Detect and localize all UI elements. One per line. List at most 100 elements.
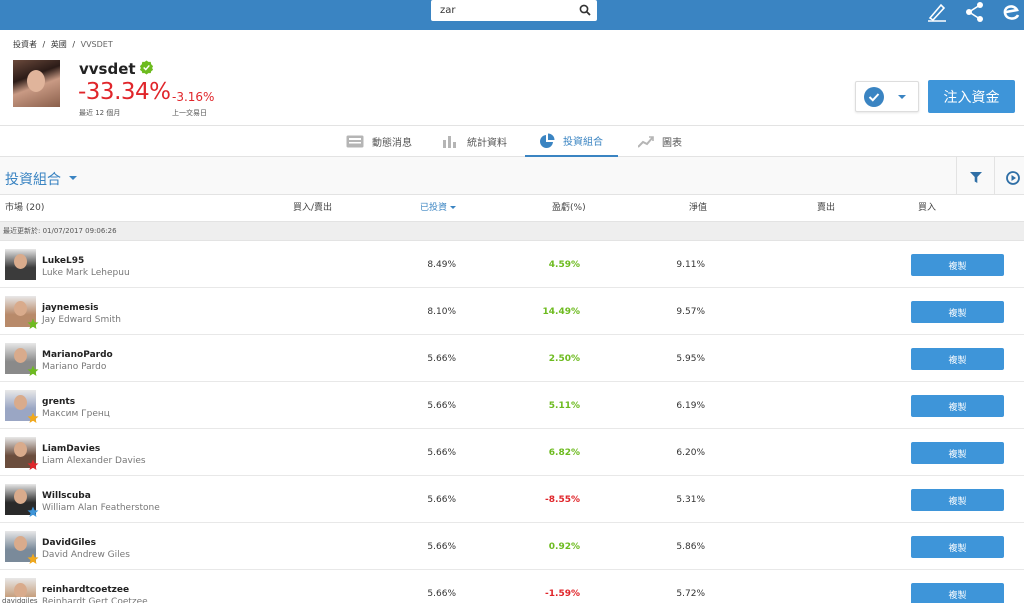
pl-value: 4.59% <box>548 260 580 270</box>
risk-star-icon <box>27 459 39 470</box>
net-value: 6.19% <box>676 401 705 411</box>
tab-stats[interactable]: 統計資料 <box>443 126 507 157</box>
deposit-button[interactable]: 注入資金 <box>928 80 1015 113</box>
trader-avatar[interactable] <box>5 249 36 280</box>
col-market[interactable]: 市場 (20) <box>5 196 44 221</box>
share-icon[interactable] <box>963 1 987 23</box>
trader-username[interactable]: LiamDavies <box>42 444 100 454</box>
invested-value: 5.66% <box>427 401 456 411</box>
copy-button[interactable]: 複製 <box>911 254 1004 276</box>
net-value: 9.11% <box>676 260 705 270</box>
top-bar <box>0 0 1024 30</box>
tab-label: 投資組合 <box>563 137 603 148</box>
trader-username[interactable]: DavidGiles <box>42 538 96 548</box>
breadcrumb-investors[interactable]: 投資者 <box>13 40 37 49</box>
risk-star-icon <box>27 365 39 376</box>
copy-button[interactable]: 複製 <box>911 442 1004 464</box>
gain-12m: -33.34% <box>78 79 171 105</box>
breadcrumb-current: VVSDET <box>80 40 113 49</box>
invested-value: 5.66% <box>427 495 456 505</box>
invested-value: 5.66% <box>427 542 456 552</box>
col-invested-label: 已投資 <box>420 203 448 213</box>
stats-bar-icon <box>443 135 456 148</box>
copy-button[interactable]: 複製 <box>911 536 1004 558</box>
filter-icon[interactable] <box>970 172 982 183</box>
copy-button[interactable]: 複製 <box>911 395 1004 417</box>
trader-username[interactable]: grents <box>42 397 75 407</box>
table-row[interactable]: grents Максим Гренц 5.66% 5.11% 6.19% 複製 <box>0 382 1024 429</box>
tab-newsfeed[interactable]: 動態消息 <box>346 126 412 157</box>
search-input[interactable] <box>431 0 571 21</box>
tab-portfolio[interactable]: 投資組合 <box>525 126 618 157</box>
table-row[interactable]: jaynemesis Jay Edward Smith 8.10% 14.49%… <box>0 288 1024 335</box>
risk-star-icon <box>27 412 39 423</box>
profile-username: vvsdet <box>79 60 136 78</box>
pl-value: 6.82% <box>548 448 580 458</box>
col-invested[interactable]: 已投資 <box>420 196 457 221</box>
net-value: 6.20% <box>676 448 705 458</box>
risk-star-icon <box>27 318 39 329</box>
hover-tooltip: davidgiles <box>0 597 40 603</box>
invested-value: 8.49% <box>427 260 456 270</box>
gain-12m-label: 最近 12 個月 <box>79 109 121 117</box>
etoro-logo-icon[interactable] <box>1000 1 1024 23</box>
copy-dropdown[interactable] <box>855 81 919 112</box>
edit-pen-icon[interactable] <box>925 1 949 23</box>
profile-avatar <box>13 60 60 107</box>
breadcrumb-sep: / <box>42 40 46 49</box>
last-updated: 最近更新於: 01/07/2017 09:06:26 <box>0 221 1024 241</box>
trader-fullname: Максим Гренц <box>42 409 110 419</box>
pie-chart-icon <box>540 133 555 148</box>
chevron-down-icon[interactable] <box>69 176 77 180</box>
tab-label: 統計資料 <box>467 138 507 149</box>
trader-fullname: Jay Edward Smith <box>42 315 121 325</box>
trader-fullname: Mariano Pardo <box>42 362 107 372</box>
copy-button[interactable]: 複製 <box>911 301 1004 323</box>
table-row[interactable]: LukeL95 Luke Mark Lehepuu 8.49% 4.59% 9.… <box>0 241 1024 288</box>
gain-daily-label: 上一交易日 <box>172 109 207 117</box>
pl-value: -8.55% <box>545 495 580 505</box>
search-box[interactable] <box>431 0 597 21</box>
trader-fullname: Luke Mark Lehepuu <box>42 268 130 278</box>
trader-username[interactable]: LukeL95 <box>42 256 84 266</box>
copy-button[interactable]: 複製 <box>911 348 1004 370</box>
trader-username[interactable]: jaynemesis <box>42 303 99 313</box>
search-icon[interactable] <box>579 4 591 16</box>
col-value[interactable]: 淨值 <box>689 196 707 221</box>
sort-desc-icon <box>450 206 457 209</box>
tab-chart[interactable]: 圖表 <box>638 126 682 157</box>
portfolio-title[interactable]: 投資組合 <box>5 169 61 189</box>
col-buy: 買入 <box>918 203 937 213</box>
col-buy-sell[interactable]: 買入/賣出 <box>293 196 332 221</box>
trader-fullname: Reinhardt Gert Coetzee <box>42 597 148 603</box>
trader-username[interactable]: reinhardtcoetzee <box>42 585 129 595</box>
newsfeed-icon <box>346 135 364 148</box>
breadcrumb-sep: / <box>72 40 76 49</box>
invested-value: 8.10% <box>427 307 456 317</box>
invested-value: 5.66% <box>427 354 456 364</box>
table-row[interactable]: Willscuba William Alan Featherstone 5.66… <box>0 476 1024 523</box>
table-row[interactable]: LiamDavies Liam Alexander Davies 5.66% 6… <box>0 429 1024 476</box>
pl-value: 14.49% <box>542 307 581 317</box>
tab-label: 動態消息 <box>372 138 412 149</box>
breadcrumb-country[interactable]: 英國 <box>51 40 67 49</box>
copy-button[interactable]: 複製 <box>911 583 1004 603</box>
table-row[interactable]: reinhardtcoetzee Reinhardt Gert Coetzee … <box>0 570 1024 603</box>
play-circle-icon[interactable] <box>1006 171 1020 185</box>
trader-username[interactable]: MarianoPardo <box>42 350 113 360</box>
col-pl[interactable]: 盈虧(%) <box>552 196 586 221</box>
net-value: 5.95% <box>676 354 705 364</box>
table-row[interactable]: MarianoPardo Mariano Pardo 5.66% 2.50% 5… <box>0 335 1024 382</box>
trader-username[interactable]: Willscuba <box>42 491 91 501</box>
copy-button[interactable]: 複製 <box>911 489 1004 511</box>
trader-fullname: David Andrew Giles <box>42 550 130 560</box>
trader-fullname: William Alan Featherstone <box>42 503 160 513</box>
table-row[interactable]: DavidGiles David Andrew Giles 5.66% 0.92… <box>0 523 1024 570</box>
tabs-bar: 動態消息 統計資料 投資組合 圖表 <box>0 125 1024 157</box>
divider <box>994 157 995 195</box>
pl-value: 5.11% <box>548 401 580 411</box>
risk-star-icon <box>27 553 39 564</box>
net-value: 5.86% <box>676 542 705 552</box>
tab-label: 圖表 <box>662 138 682 149</box>
portfolio-header: 投資組合 <box>0 157 1024 195</box>
